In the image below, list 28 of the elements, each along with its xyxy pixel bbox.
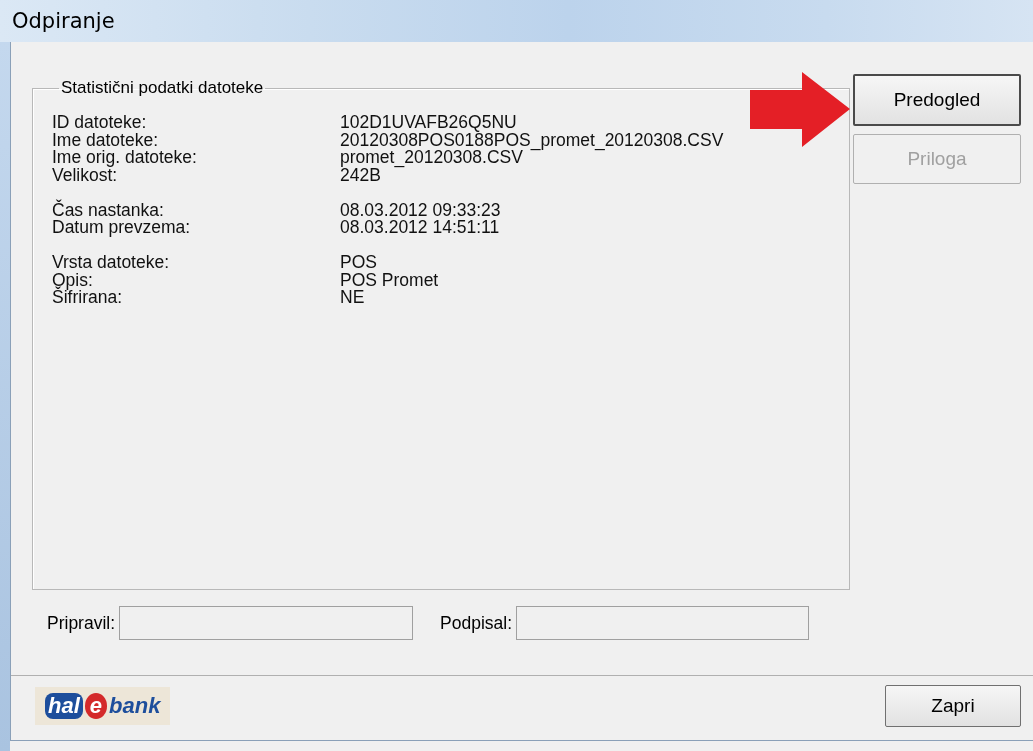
logo-text: bank: [109, 693, 161, 719]
field-label: Vrsta datoteke:: [52, 254, 171, 272]
field-value: POS Promet: [340, 271, 439, 289]
field-value: 08.03.2012 14:51:11: [340, 219, 500, 237]
input-field[interactable]: [516, 606, 810, 640]
field-label: Ime datoteke:: [52, 131, 160, 149]
field-value: promet_20120308.CSV: [340, 149, 523, 167]
field-label: Ime orig. datoteke:: [52, 149, 198, 167]
field-value: 20120308POS0188POS_promet_20120308.CSV: [340, 131, 724, 149]
close-button[interactable]: Zapri: [885, 685, 1021, 727]
dialog-button[interactable]: Predogled: [853, 74, 1021, 126]
field-value: 08.03.2012 09:33:23: [340, 201, 501, 219]
field-value: 102D1UVAFB26Q5NU: [340, 114, 517, 132]
window-title: Odpiranje: [12, 9, 115, 33]
field-label: ID datoteke:: [52, 114, 148, 132]
field-label: Velikost:: [52, 166, 118, 184]
group-title: Statistični podatki datoteke: [60, 78, 265, 98]
logo-text: e: [84, 693, 108, 719]
field-label: Pripravil:: [46, 612, 116, 634]
input-field[interactable]: [119, 606, 414, 640]
field-label: Čas nastanka:: [52, 201, 165, 219]
field-label: Datum prevzema:: [52, 219, 192, 237]
field-value: NE: [340, 289, 365, 307]
field-value: POS: [340, 254, 377, 272]
arrow-icon: [750, 72, 850, 147]
field-value: 242B: [340, 166, 381, 184]
logo-text: hal: [45, 693, 83, 719]
field-label: Podpisal:: [439, 612, 513, 634]
